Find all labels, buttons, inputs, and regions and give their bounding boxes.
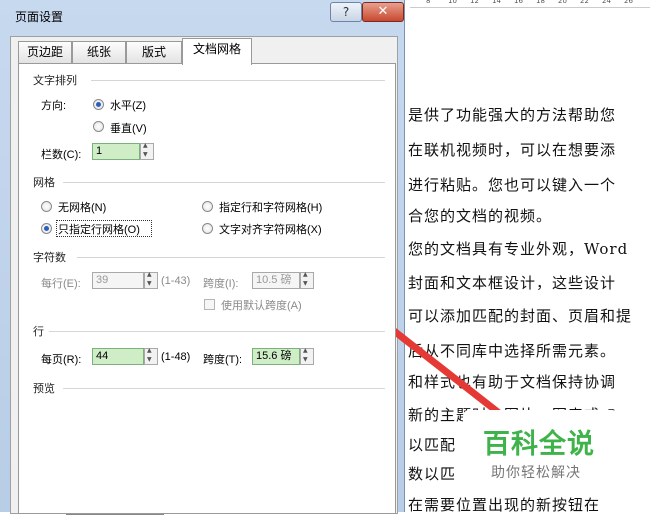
columns-label: 栏数(C): xyxy=(41,149,82,161)
tab-document-grid[interactable]: 文档网格 xyxy=(182,38,252,65)
vertical-radio-label[interactable]: 垂直(V) xyxy=(110,120,147,136)
no-grid-radio-label[interactable]: 无网格(N) xyxy=(58,199,106,215)
lines-only-grid-radio[interactable] xyxy=(41,223,52,234)
chars-per-line-range: (1-43) xyxy=(161,275,191,287)
columns-stepper[interactable] xyxy=(140,142,154,160)
line-pitch-stepper[interactable] xyxy=(300,347,314,365)
lines-per-page-stepper[interactable] xyxy=(144,347,158,365)
line-and-char-grid-radio-label[interactable]: 指定行和字符网格(H) xyxy=(219,199,322,215)
group-divider xyxy=(49,331,385,332)
grid-group-label: 网格 xyxy=(33,177,55,189)
document-grid-page: 文字排列 方向: 水平(Z) 垂直(V) 栏数(C): 1 网格 无网格(N) … xyxy=(18,63,396,514)
chars-per-line-input[interactable]: 39 xyxy=(92,272,144,289)
characters-group-label: 字符数 xyxy=(33,252,66,264)
chars-per-line-stepper[interactable] xyxy=(144,271,158,289)
text-arrangement-group-label: 文字排列 xyxy=(33,75,77,87)
group-divider xyxy=(91,80,385,81)
char-pitch-label: 跨度(I): xyxy=(203,278,239,290)
lines-per-page-range: (1-48) xyxy=(161,351,191,363)
no-grid-radio[interactable] xyxy=(41,201,52,212)
char-pitch-input[interactable]: 10.5 磅 xyxy=(252,272,300,289)
use-default-pitch-checkbox[interactable] xyxy=(204,299,215,310)
lines-only-grid-radio-label[interactable]: 只指定行网格(O) xyxy=(58,221,140,237)
group-divider xyxy=(63,388,385,389)
horizontal-radio-label[interactable]: 水平(Z) xyxy=(110,97,146,113)
line-pitch-input[interactable]: 15.6 磅 xyxy=(252,348,300,365)
line-and-char-grid-radio[interactable] xyxy=(202,201,213,212)
snap-to-char-grid-radio-label[interactable]: 文字对齐字符网格(X) xyxy=(219,221,322,237)
page-setup-dialog: 页面设置 ? ✕ 页边距 纸张 版式 文档网格 文字排列 方向: 水平(Z) 垂… xyxy=(0,0,405,514)
horizontal-radio[interactable] xyxy=(93,99,104,110)
watermark-title: 百科全说 xyxy=(483,429,595,460)
line-pitch-label: 跨度(T): xyxy=(203,354,243,366)
char-pitch-stepper[interactable] xyxy=(300,271,314,289)
lines-group-label: 行 xyxy=(33,326,44,338)
watermark-subtitle: 助你轻松解决 xyxy=(491,465,581,481)
snap-to-char-grid-radio[interactable] xyxy=(202,223,213,234)
preview-group-label: 预览 xyxy=(33,383,55,395)
group-divider xyxy=(63,182,385,183)
watermark: 百科全说 助你轻松解决 xyxy=(463,410,618,490)
vertical-radio[interactable] xyxy=(93,121,104,132)
group-divider xyxy=(77,257,385,258)
lines-per-page-input[interactable]: 44 xyxy=(92,348,144,365)
direction-label: 方向: xyxy=(41,100,67,112)
chars-per-line-label: 每行(E): xyxy=(41,278,81,290)
use-default-pitch-label[interactable]: 使用默认跨度(A) xyxy=(221,297,302,313)
columns-input[interactable]: 1 xyxy=(92,143,140,160)
lines-per-page-label: 每页(R): xyxy=(41,354,82,366)
